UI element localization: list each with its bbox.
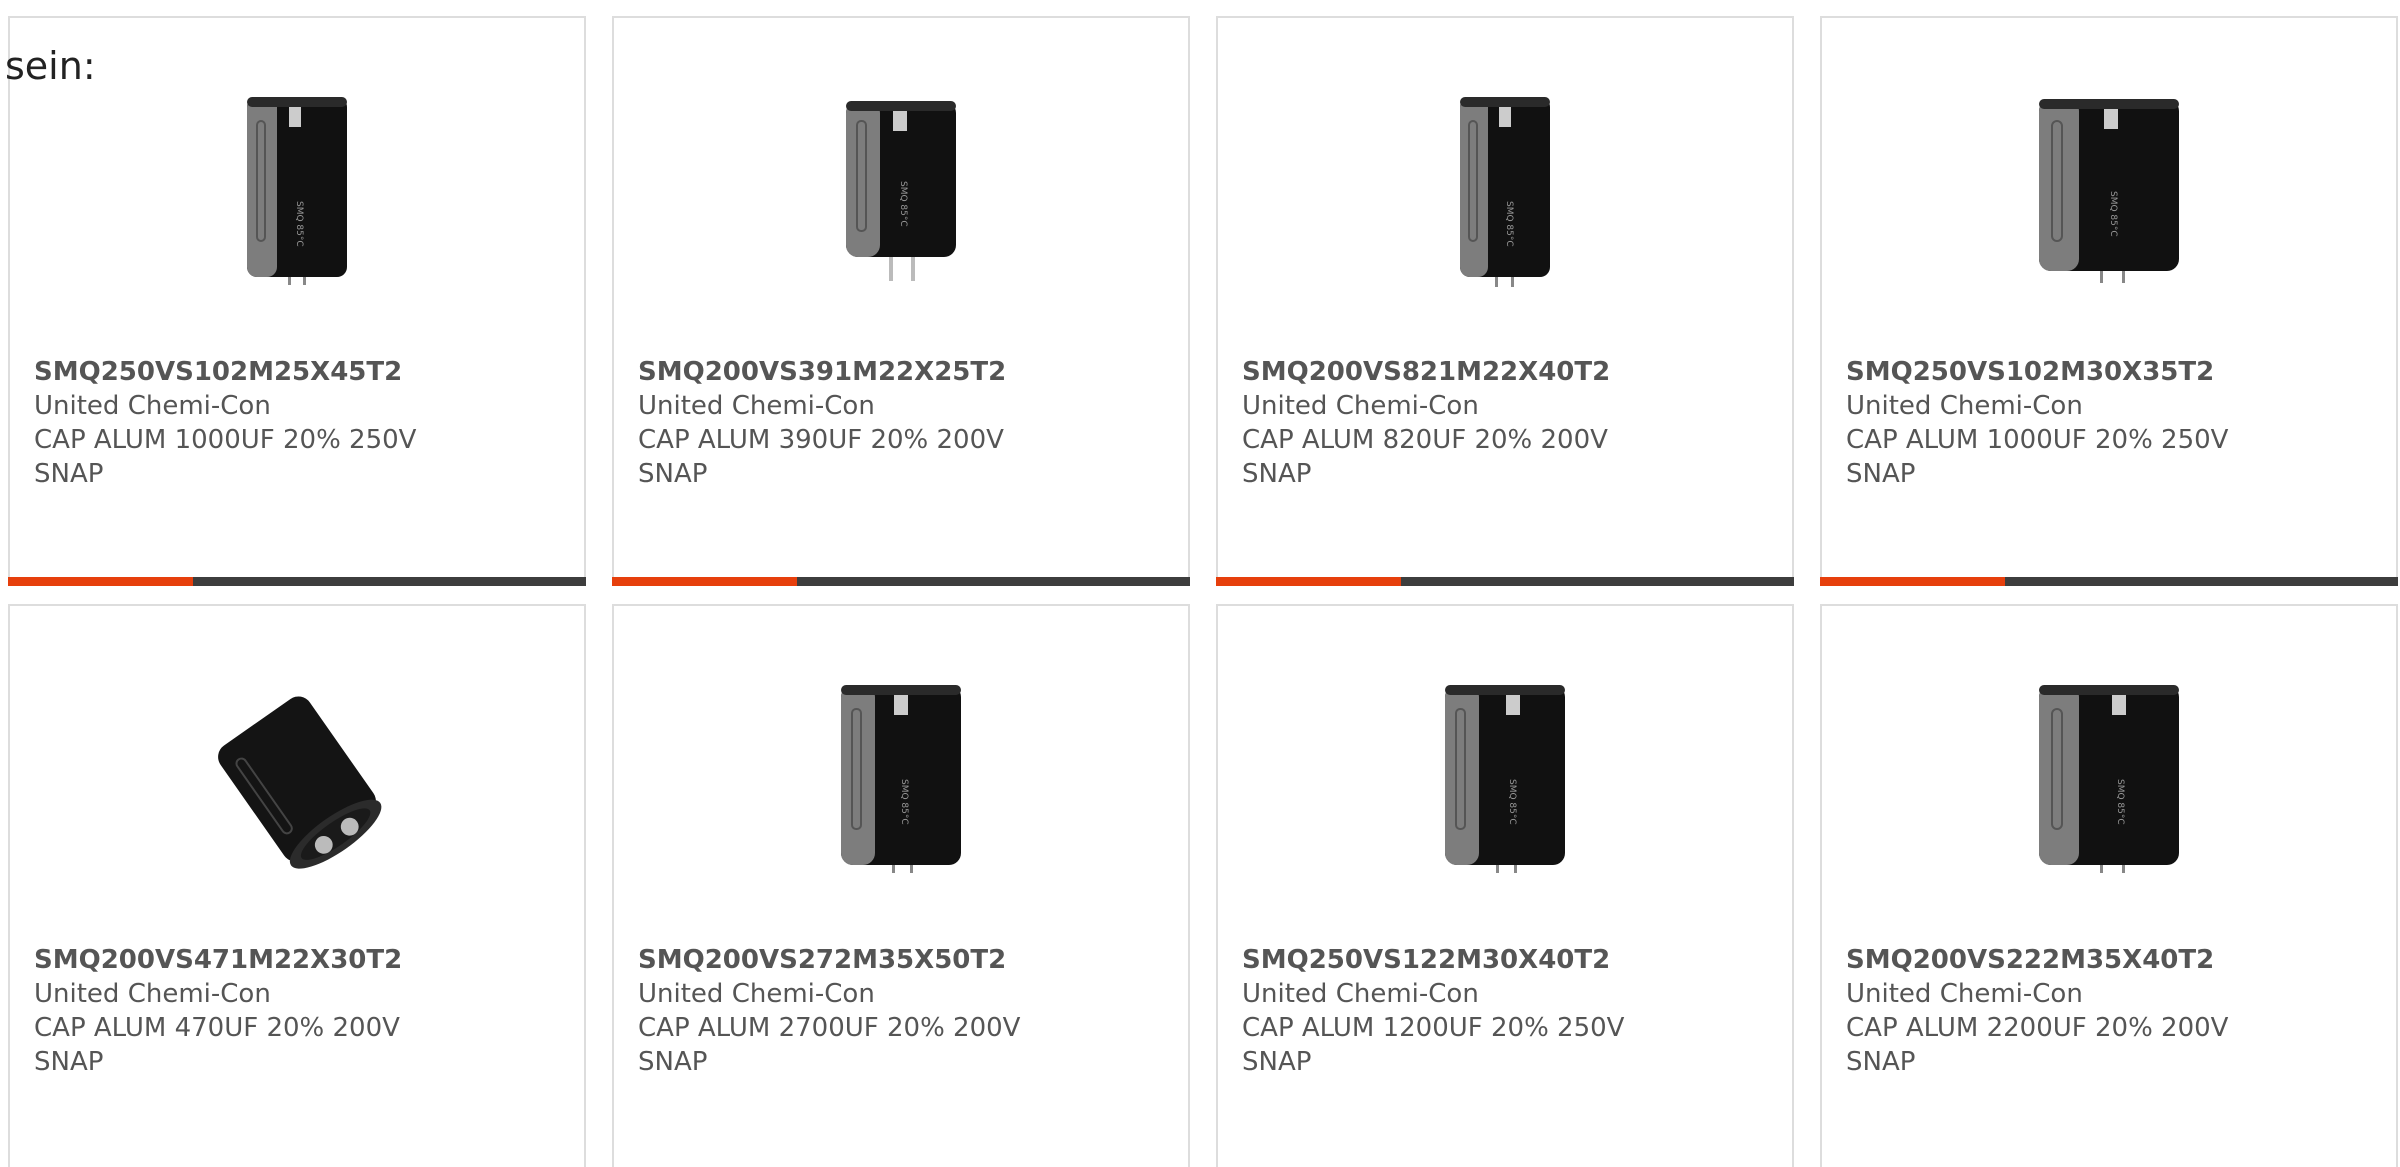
description: CAP ALUM 1200UF 20% 250V: [1242, 1013, 1625, 1043]
description: CAP ALUM 2700UF 20% 200V: [638, 1013, 1021, 1043]
progress-fill: [1216, 577, 1401, 586]
manufacturer: United Chemi-Con: [1846, 979, 2083, 1009]
manufacturer: United Chemi-Con: [34, 979, 271, 1009]
svg-text:SMQ 85°C: SMQ 85°C: [1507, 779, 1517, 825]
part-number-link[interactable]: SMQ200VS821M22X40T2: [1242, 355, 1772, 389]
product-card[interactable]: SMQ 85°C SMQ250VS102M25X45T2 United Chem…: [8, 16, 586, 586]
progress-bar: [1820, 577, 2398, 586]
product-card[interactable]: SMQ 85°C SMQ200VS222M35X40T2 United Chem…: [1820, 604, 2398, 1167]
svg-text:SMQ 85°C: SMQ 85°C: [2115, 779, 2125, 825]
manufacturer: United Chemi-Con: [34, 391, 271, 421]
progress-fill: [1820, 577, 2005, 586]
product-card[interactable]: SMQ 85°C SMQ200VS391M22X25T2 United Chem…: [612, 16, 1190, 586]
product-card[interactable]: SMQ 85°C SMQ200VS821M22X40T2 United Chem…: [1216, 16, 1794, 586]
manufacturer: United Chemi-Con: [638, 979, 875, 1009]
description: CAP ALUM 1000UF 20% 250V: [34, 425, 417, 455]
product-card[interactable]: SMQ 85°C SMQ250VS122M30X40T2 United Chem…: [1216, 604, 1794, 1167]
product-info: SMQ200VS222M35X40T2 United Chemi-Con CAP…: [1846, 943, 2376, 1079]
mount-type: SNAP: [638, 459, 708, 489]
progress-bar: [8, 577, 586, 586]
progress-fill: [612, 577, 797, 586]
description: CAP ALUM 1000UF 20% 250V: [1846, 425, 2229, 455]
capacitor-upright-icon[interactable]: SMQ 85°C: [1406, 88, 1604, 294]
product-card[interactable]: SMQ200VS471M22X30T2 United Chemi-Con CAP…: [8, 604, 586, 1167]
capacitor-upright-icon[interactable]: SMQ 85°C: [802, 676, 1000, 882]
product-info: SMQ200VS471M22X30T2 United Chemi-Con CAP…: [34, 943, 564, 1079]
product-card[interactable]: SMQ 85°C SMQ250VS102M30X35T2 United Chem…: [1820, 16, 2398, 586]
part-number-link[interactable]: SMQ250VS102M25X45T2: [34, 355, 564, 389]
manufacturer: United Chemi-Con: [1242, 391, 1479, 421]
description: CAP ALUM 470UF 20% 200V: [34, 1013, 400, 1043]
description: CAP ALUM 820UF 20% 200V: [1242, 425, 1608, 455]
mount-type: SNAP: [1242, 1047, 1312, 1077]
page: SMQ 85°C SMQ250VS102M25X45T2 United Chem…: [0, 0, 2400, 1167]
product-info: SMQ250VS102M25X45T2 United Chemi-Con CAP…: [34, 355, 564, 491]
svg-text:SMQ 85°C: SMQ 85°C: [1504, 201, 1514, 247]
part-number-link[interactable]: SMQ200VS391M22X25T2: [638, 355, 1168, 389]
svg-text:SMQ 85°C: SMQ 85°C: [2108, 191, 2118, 237]
product-card[interactable]: SMQ 85°C SMQ200VS272M35X50T2 United Chem…: [612, 604, 1190, 1167]
product-info: SMQ200VS272M35X50T2 United Chemi-Con CAP…: [638, 943, 1168, 1079]
svg-text:SMQ 85°C: SMQ 85°C: [898, 181, 908, 227]
capacitor-upright-icon[interactable]: SMQ 85°C: [198, 88, 396, 294]
svg-text:SMQ 85°C: SMQ 85°C: [294, 201, 304, 247]
svg-text:SMQ 85°C: SMQ 85°C: [899, 779, 909, 825]
part-number-link[interactable]: SMQ200VS222M35X40T2: [1846, 943, 2376, 977]
description: CAP ALUM 2200UF 20% 200V: [1846, 1013, 2229, 1043]
progress-bar: [612, 577, 1190, 586]
mount-type: SNAP: [638, 1047, 708, 1077]
product-info: SMQ250VS102M30X35T2 United Chemi-Con CAP…: [1846, 355, 2376, 491]
product-info: SMQ200VS391M22X25T2 United Chemi-Con CAP…: [638, 355, 1168, 491]
mount-type: SNAP: [1846, 1047, 1916, 1077]
intro-text: sein:: [5, 44, 96, 88]
progress-fill: [8, 577, 193, 586]
mount-type: SNAP: [34, 459, 104, 489]
capacitor-upright-icon[interactable]: SMQ 85°C: [802, 88, 1000, 294]
mount-type: SNAP: [34, 1047, 104, 1077]
capacitor-tilted-icon[interactable]: [198, 676, 396, 882]
mount-type: SNAP: [1846, 459, 1916, 489]
product-info: SMQ200VS821M22X40T2 United Chemi-Con CAP…: [1242, 355, 1772, 491]
progress-bar: [1216, 577, 1794, 586]
part-number-link[interactable]: SMQ250VS122M30X40T2: [1242, 943, 1772, 977]
part-number-link[interactable]: SMQ200VS471M22X30T2: [34, 943, 564, 977]
mount-type: SNAP: [1242, 459, 1312, 489]
part-number-link[interactable]: SMQ250VS102M30X35T2: [1846, 355, 2376, 389]
part-number-link[interactable]: SMQ200VS272M35X50T2: [638, 943, 1168, 977]
capacitor-upright-icon[interactable]: SMQ 85°C: [2010, 676, 2208, 882]
description: CAP ALUM 390UF 20% 200V: [638, 425, 1004, 455]
manufacturer: United Chemi-Con: [638, 391, 875, 421]
manufacturer: United Chemi-Con: [1846, 391, 2083, 421]
capacitor-upright-icon[interactable]: SMQ 85°C: [2010, 88, 2208, 294]
capacitor-upright-icon[interactable]: SMQ 85°C: [1406, 676, 1604, 882]
product-info: SMQ250VS122M30X40T2 United Chemi-Con CAP…: [1242, 943, 1772, 1079]
manufacturer: United Chemi-Con: [1242, 979, 1479, 1009]
product-grid: SMQ 85°C SMQ250VS102M25X45T2 United Chem…: [8, 16, 2400, 1167]
